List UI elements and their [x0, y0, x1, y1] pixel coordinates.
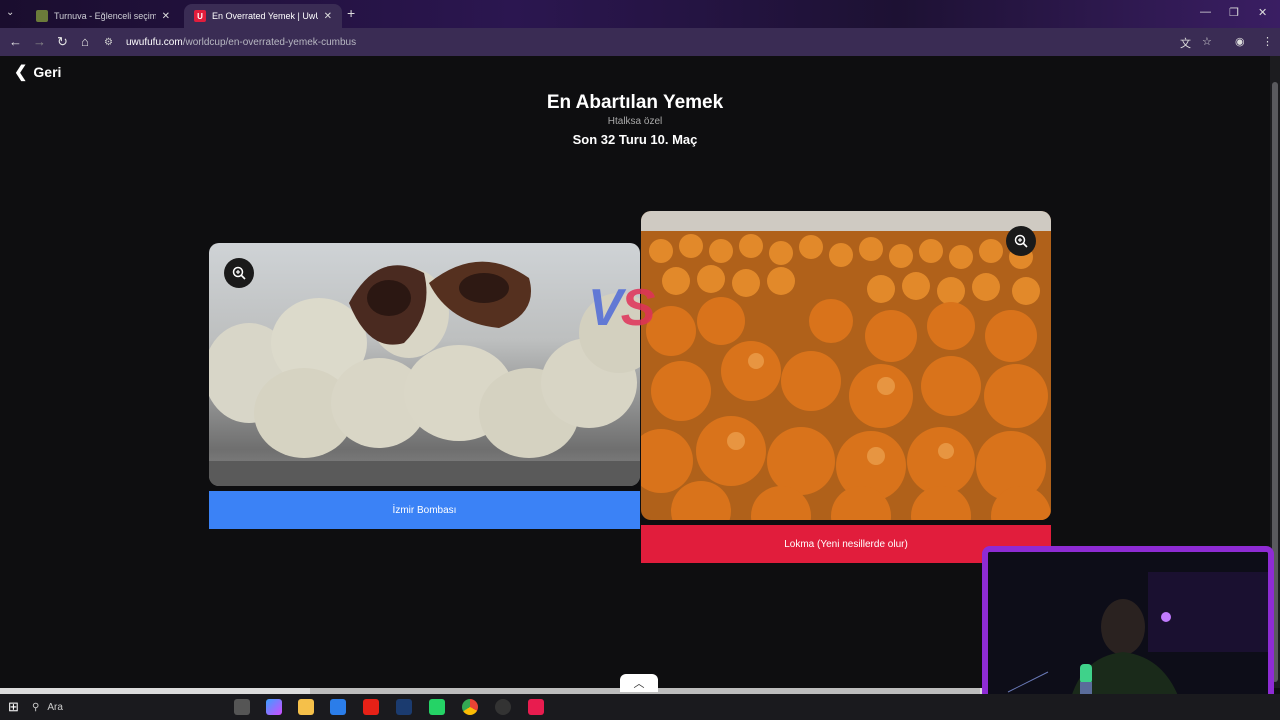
close-tab-icon[interactable]: ✕ — [324, 11, 332, 22]
url-host: uwufufu.com — [126, 36, 183, 48]
forward-arrow-icon[interactable]: → — [33, 34, 46, 49]
tab-search-icon[interactable]: ⌄ — [6, 7, 14, 18]
webcam-overlay — [982, 546, 1274, 716]
bookmark-star-icon[interactable]: ☆ — [1202, 35, 1212, 48]
lokma-image — [641, 211, 1051, 520]
vs-letter-s: S — [620, 279, 656, 337]
copilot-icon[interactable] — [266, 699, 282, 715]
youtube-icon[interactable] — [363, 699, 379, 715]
left-choice-button[interactable]: İzmir Bombası — [209, 491, 640, 529]
izmir-bombasi-image — [209, 261, 640, 486]
page-subtitle: Htalksa özel — [607, 116, 663, 127]
page-title: En Abartılan Yemek — [546, 92, 724, 113]
whatsapp-icon[interactable] — [429, 699, 445, 715]
task-view-icon[interactable] — [234, 699, 250, 715]
tab-overrated-yemek[interactable]: U En Overrated Yemek | UwUFUFU ✕ — [184, 4, 342, 28]
left-choice-image[interactable] — [209, 243, 640, 486]
back-button[interactable]: ❮ Geri — [14, 62, 61, 82]
translate-icon[interactable]: 文 — [1180, 35, 1191, 51]
home-icon[interactable]: ⌂ — [81, 34, 89, 49]
scroll-up-chevron-icon[interactable]: ︿ — [620, 674, 658, 692]
close-window-icon[interactable]: ✕ — [1258, 6, 1267, 19]
right-choice-image[interactable] — [641, 211, 1051, 520]
url-path: /worldcup/en-overrated-yemek-cumbus — [182, 36, 357, 48]
new-tab-icon[interactable]: + — [347, 5, 355, 21]
vs-letter-v: V — [588, 279, 623, 337]
right-choice-card[interactable]: Lokma (Yeni nesillerde olur) — [641, 211, 1051, 563]
file-explorer-icon[interactable] — [298, 699, 314, 715]
chevron-left-icon: ❮ — [14, 64, 28, 81]
address-bar[interactable]: ⚙ uwufufu.com/worldcup/en-overrated-yeme… — [104, 33, 1224, 51]
profile-icon[interactable]: ◉ — [1235, 35, 1245, 48]
favicon-icon — [36, 10, 48, 22]
obs-icon[interactable] — [495, 699, 511, 715]
app-icon[interactable] — [528, 699, 544, 715]
steam-icon[interactable] — [396, 699, 412, 715]
store-icon[interactable] — [330, 699, 346, 715]
windows-start-icon[interactable]: ⊞ — [8, 699, 24, 715]
zoom-in-icon[interactable] — [224, 258, 254, 288]
uwufufu-favicon-icon: U — [194, 10, 206, 22]
taskbar-search[interactable]: ⚲ Ara — [32, 696, 222, 718]
tab-turnuva[interactable]: Turnuva - Eğlenceli seçimler yap ✕ — [26, 4, 180, 28]
tab-title: Turnuva - Eğlenceli seçimler yap — [54, 11, 156, 21]
streamer-webcam-image — [988, 552, 1268, 710]
chrome-icon[interactable] — [462, 699, 478, 715]
left-choice-card[interactable]: İzmir Bombası — [209, 243, 640, 529]
site-info-icon[interactable]: ⚙ — [104, 37, 118, 48]
round-label: Son 32 Turu 10. Maç — [572, 132, 698, 147]
browser-tab-strip: ⌄ Turnuva - Eğlenceli seçimler yap ✕ U E… — [0, 0, 1280, 28]
menu-icon[interactable]: ⋮ — [1262, 35, 1273, 48]
tab-title: En Overrated Yemek | UwUFUFU — [212, 11, 318, 21]
taskbar-search-placeholder: Ara — [47, 701, 63, 713]
back-arrow-icon[interactable]: ← — [9, 34, 22, 49]
back-label: Geri — [33, 64, 62, 80]
minimize-icon[interactable]: — — [1200, 6, 1211, 18]
zoom-in-icon[interactable] — [1006, 226, 1036, 256]
reload-icon[interactable]: ↻ — [57, 34, 68, 50]
close-tab-icon[interactable]: ✕ — [162, 11, 170, 22]
restore-icon[interactable]: ❐ — [1229, 6, 1239, 19]
search-icon: ⚲ — [32, 701, 40, 713]
vs-badge: VS — [588, 278, 656, 338]
